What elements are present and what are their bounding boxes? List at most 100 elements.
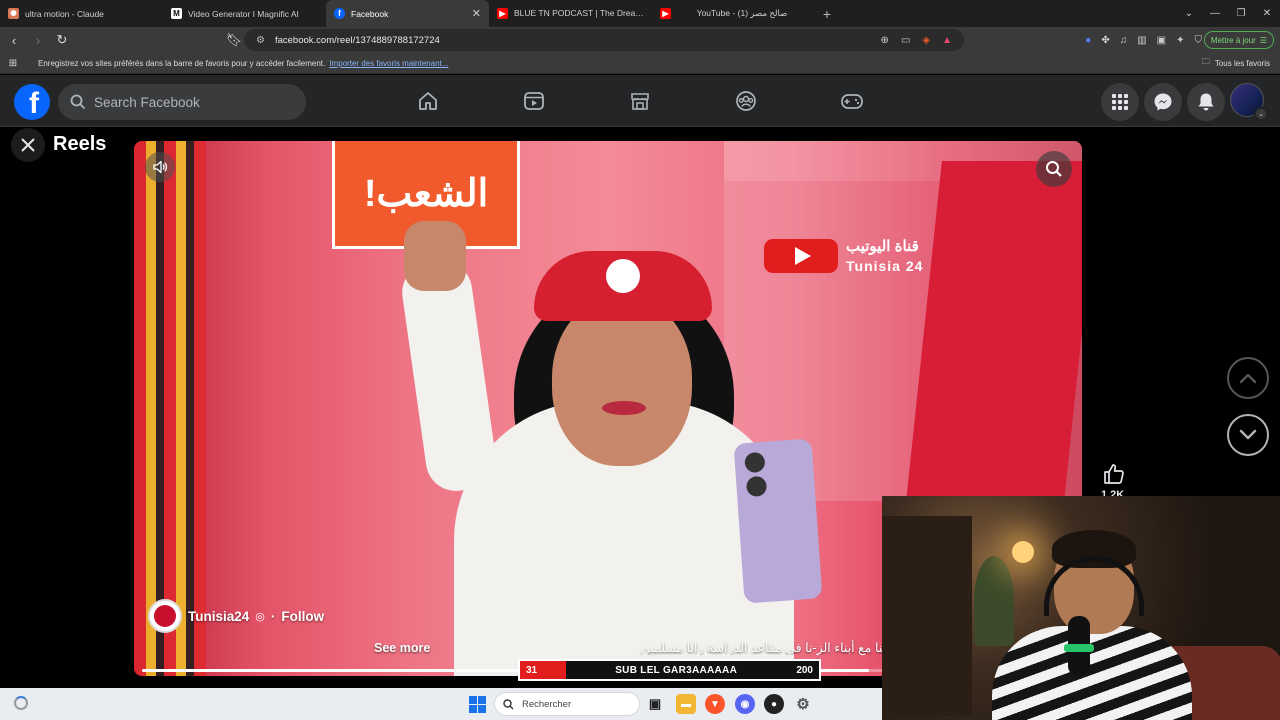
puzzle-icon[interactable]: ✤: [1101, 35, 1109, 46]
apps-grid-icon[interactable]: ⊞: [0, 58, 26, 69]
new-tab-button[interactable]: +: [815, 0, 839, 27]
menu-icon: ☰: [1259, 35, 1267, 45]
subscriber-current: 31: [526, 664, 538, 676]
folder-icon: 🗀︎: [1201, 57, 1210, 66]
sidebar-icon[interactable]: ▥: [1137, 35, 1146, 46]
like-button[interactable]: [1101, 461, 1127, 487]
messenger-button[interactable]: [1144, 83, 1182, 121]
discord-icon[interactable]: ◉: [735, 694, 755, 714]
window-controls: ⌄ — ❐ ✕: [1176, 0, 1280, 27]
taskbar-search-input[interactable]: [522, 698, 632, 710]
facebook-search[interactable]: [58, 84, 306, 120]
all-bookmarks-button[interactable]: 🗀︎ Tous les favoris: [1202, 56, 1270, 70]
tab-title: Facebook: [351, 8, 389, 19]
tab-title: Video Generator I Magnific AI: [188, 8, 299, 19]
browser-tab[interactable]: ✺ ultra motion - Claude: [0, 0, 163, 27]
wallet-icon[interactable]: ▣: [1157, 35, 1166, 46]
home-icon[interactable]: [415, 88, 441, 114]
browser-tab[interactable]: ▶ YouTube - صالح مصر (1): [652, 0, 815, 27]
chevron-down-icon[interactable]: ⌄: [1254, 107, 1268, 121]
facebook-header: f ⌄: [0, 75, 1280, 127]
close-icon: [21, 138, 35, 152]
owner-name[interactable]: Tunisia24: [188, 609, 249, 624]
groups-icon[interactable]: [733, 88, 759, 114]
speaker-icon: [153, 160, 168, 174]
next-reel-button[interactable]: [1227, 414, 1269, 456]
update-button[interactable]: Mettre à jour ☰: [1203, 31, 1274, 49]
youtube-logo-icon: [764, 239, 838, 273]
tab-title: YouTube - صالح مصر (1): [696, 8, 788, 18]
zoom-icon[interactable]: ⊕: [881, 35, 889, 46]
vpn-icon[interactable]: ⛉: [1195, 35, 1203, 46]
tab-title: BLUE TN PODCAST | The Dreamer لي: [514, 8, 644, 18]
close-window-icon[interactable]: ✕: [1254, 8, 1280, 19]
streamer-shirt: [992, 626, 1192, 720]
address-toolbar: ‹ › ↻ 🔖︎ ⚙︎ facebook.com/reel/1374889788…: [0, 27, 1280, 53]
subject-headband: [534, 251, 712, 321]
mute-button[interactable]: [145, 152, 175, 182]
streamer: [992, 530, 1192, 720]
task-view-icon[interactable]: ▣: [645, 694, 665, 714]
marketplace-icon[interactable]: [627, 88, 653, 114]
subject-phone: [733, 438, 823, 604]
subject-face: [552, 296, 692, 466]
notifications-button[interactable]: [1187, 83, 1225, 121]
search-icon: [1046, 161, 1062, 177]
menu-grid-button[interactable]: [1101, 83, 1139, 121]
messenger-icon: [1154, 93, 1172, 111]
facebook-logo[interactable]: f: [14, 84, 50, 120]
file-explorer-icon[interactable]: ▬: [676, 694, 696, 714]
bell-icon: [1198, 93, 1214, 111]
gaming-icon[interactable]: [839, 88, 865, 114]
subscriber-goal-label: SUB LEL GAR3AAAAAA: [615, 664, 738, 676]
import-bookmarks-link[interactable]: Importer des favoris maintenant...: [329, 59, 448, 68]
owner-avatar[interactable]: [148, 599, 182, 633]
ai-icon[interactable]: ✦: [1176, 35, 1184, 46]
loading-icon: [14, 696, 28, 710]
brave-shield-icon[interactable]: ◈: [922, 35, 930, 46]
subscriber-goal-target: 200: [796, 664, 813, 676]
close-reels-button[interactable]: [11, 128, 45, 162]
site-settings-icon[interactable]: ⚙︎: [256, 35, 265, 46]
minimize-icon[interactable]: —: [1202, 8, 1228, 19]
subject-lips: [602, 401, 646, 415]
restore-icon[interactable]: ❐: [1228, 8, 1254, 19]
video-icon[interactable]: [521, 88, 547, 114]
cast-icon[interactable]: ▭: [901, 35, 910, 46]
video-search-button[interactable]: [1036, 151, 1072, 187]
tab-search-icon[interactable]: ⌄: [1176, 8, 1202, 19]
follow-separator: ·: [270, 608, 276, 624]
music-icon[interactable]: ♫: [1120, 35, 1128, 46]
globe-icon: ◎: [255, 610, 265, 623]
microphone-light: [1064, 644, 1094, 652]
taskbar-search[interactable]: [494, 692, 640, 716]
chevron-up-icon: [1239, 373, 1257, 384]
previous-reel-button[interactable]: [1227, 357, 1269, 399]
windows-start-icon[interactable]: [469, 696, 486, 713]
url-bar[interactable]: ⚙︎ facebook.com/reel/1374889788172724 ⊕ …: [244, 29, 964, 51]
webcam-overlay: [882, 496, 1280, 720]
browser-tab-active[interactable]: f Facebook ✕: [326, 0, 489, 27]
bookmark-icon[interactable]: 🔖︎: [224, 32, 244, 48]
magnific-icon: M: [171, 8, 182, 19]
settings-gear-icon[interactable]: ⚙︎: [793, 694, 813, 714]
extension-icon[interactable]: ●: [1085, 35, 1091, 46]
back-icon[interactable]: ‹: [4, 33, 24, 48]
see-more-link[interactable]: See more: [374, 641, 430, 655]
brave-browser-icon[interactable]: ▼: [705, 694, 725, 714]
close-tab-icon[interactable]: ✕: [472, 7, 481, 20]
update-label: Mettre à jour: [1210, 35, 1256, 45]
reload-icon[interactable]: ↻: [52, 32, 72, 48]
webcam-background: [882, 516, 972, 716]
browser-tab[interactable]: M Video Generator I Magnific AI: [163, 0, 326, 27]
subject-fist: [404, 221, 466, 291]
search-icon: [70, 94, 86, 110]
obs-icon[interactable]: ●: [764, 694, 784, 714]
rewards-icon[interactable]: ▲: [942, 35, 952, 46]
browser-tab-strip: ✺ ultra motion - Claude M Video Generato…: [0, 0, 1280, 27]
search-input[interactable]: [94, 94, 284, 110]
follow-button[interactable]: Follow: [281, 609, 324, 624]
forward-icon[interactable]: ›: [28, 33, 48, 48]
subscriber-goal-bar: 31 SUB LEL GAR3AAAAAA 200: [518, 659, 821, 681]
browser-tab[interactable]: ▶ BLUE TN PODCAST | The Dreamer لي: [489, 0, 652, 27]
